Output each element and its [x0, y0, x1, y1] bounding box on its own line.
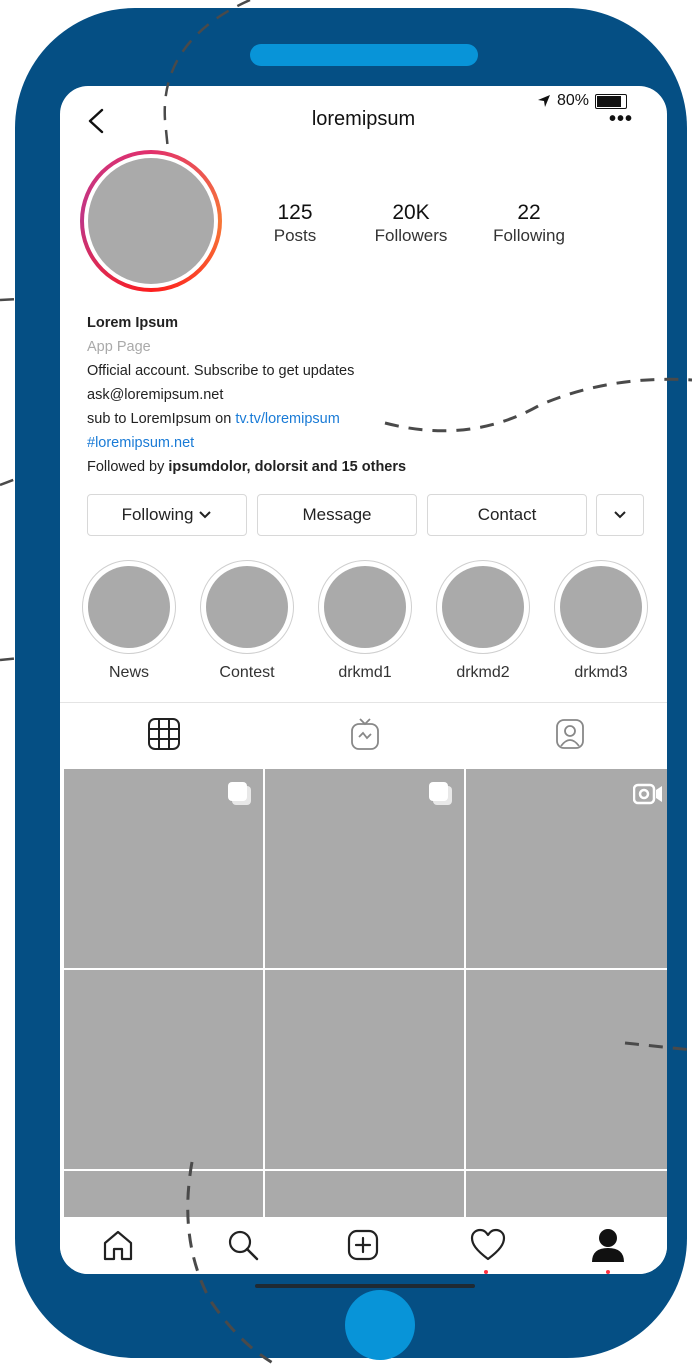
battery-icon [595, 93, 627, 109]
followed-by-prefix: Followed by [87, 459, 169, 475]
highlight-drkmd1[interactable]: drkmd1 [317, 560, 413, 682]
profile-username: loremipsum [311, 108, 416, 130]
home-indicator [255, 1284, 475, 1288]
tab-tagged[interactable] [548, 712, 592, 756]
profile-screen: loremipsum 80% ••• 125 Posts 20K Followe… [60, 86, 667, 1274]
phone-speaker [250, 44, 478, 66]
post-thumbnail[interactable] [64, 1171, 263, 1217]
account-category: App Page [87, 339, 151, 355]
stat-value: 125 [277, 201, 313, 224]
post-thumbnail[interactable] [265, 970, 464, 1169]
display-name: Lorem Ipsum [87, 315, 179, 331]
bio-hashtag[interactable]: #loremipsum.net [87, 435, 194, 451]
activity-dot [484, 1270, 488, 1274]
profile-bio: Lorem Ipsum App Page Official account. S… [87, 311, 406, 479]
nav-profile[interactable] [588, 1225, 628, 1265]
profile-dot [606, 1270, 610, 1274]
stat-label: Posts [273, 226, 317, 245]
highlight-label: drkmd1 [338, 664, 392, 681]
igtv-icon [351, 718, 379, 750]
more-options-button[interactable]: ••• [609, 108, 633, 131]
highlight-contest[interactable]: Contest [199, 560, 295, 682]
add-post-icon [347, 1229, 379, 1261]
stat-followers[interactable]: 20K Followers [356, 200, 466, 246]
grid-icon [148, 718, 180, 750]
stat-label: Following [493, 226, 565, 245]
battery-percent: 80% [556, 92, 589, 109]
stat-value: 22 [517, 201, 541, 224]
divider [60, 702, 667, 703]
bottom-nav [60, 1217, 667, 1274]
highlight-label: drkmd3 [574, 664, 628, 681]
stat-following[interactable]: 22 Following [474, 200, 584, 246]
highlight-cover [88, 566, 170, 648]
post-thumbnail[interactable] [64, 970, 263, 1169]
following-button[interactable]: Following [87, 494, 247, 536]
post-thumbnail[interactable] [265, 1171, 464, 1217]
highlight-cover [560, 566, 642, 648]
message-button-label: Message [302, 505, 372, 524]
tab-igtv[interactable] [343, 712, 387, 756]
contact-button[interactable]: Contact [427, 494, 587, 536]
bio-link[interactable]: tv.tv/loremipsum [235, 411, 339, 427]
carousel-icon [429, 782, 452, 805]
bio-line: Official account. Subscribe to get updat… [87, 363, 355, 379]
highlight-cover [442, 566, 524, 648]
highlight-label: News [108, 664, 149, 681]
heart-icon [470, 1228, 506, 1261]
nav-search[interactable] [223, 1225, 263, 1265]
suggested-accounts-button[interactable] [596, 494, 644, 536]
post-thumbnail[interactable] [265, 769, 464, 968]
contact-button-label: Contact [477, 505, 537, 524]
tagged-icon [556, 719, 584, 749]
message-button[interactable]: Message [257, 494, 417, 536]
bio-sub-line: sub to LoremIpsum on tv.tv/loremipsum [87, 407, 406, 431]
profile-icon [592, 1229, 624, 1262]
profile-avatar[interactable] [80, 150, 222, 292]
home-button[interactable] [345, 1290, 415, 1360]
avatar-image [88, 158, 214, 284]
post-thumbnail[interactable] [466, 970, 667, 1169]
location-arrow-icon [537, 95, 550, 107]
highlight-cover [324, 566, 406, 648]
nav-add-post[interactable] [343, 1225, 383, 1265]
chevron-down-icon [199, 511, 212, 519]
followed-by-names: ipsumdolor, dolorsit and 15 others [168, 459, 407, 475]
highlight-label: Contest [219, 664, 275, 681]
stat-posts[interactable]: 125 Posts [240, 200, 350, 246]
nav-activity[interactable] [468, 1225, 508, 1265]
highlight-drkmd2[interactable]: drkmd2 [435, 560, 531, 682]
highlight-drkmd3[interactable]: drkmd3 [553, 560, 649, 682]
stat-label: Followers [374, 226, 448, 245]
following-button-label: Following [121, 505, 194, 524]
highlight-cover [206, 566, 288, 648]
nav-home[interactable] [98, 1225, 138, 1265]
carousel-icon [228, 782, 251, 805]
post-thumbnail[interactable] [466, 769, 667, 968]
chevron-down-icon [614, 511, 626, 519]
video-icon [633, 783, 662, 805]
bio-email: ask@loremipsum.net [87, 387, 224, 403]
stat-value: 20K [392, 201, 430, 224]
posts-grid [64, 769, 667, 1217]
bio-sub-prefix: sub to LoremIpsum on [87, 411, 236, 427]
post-thumbnail[interactable] [466, 1171, 667, 1217]
search-icon [228, 1230, 259, 1261]
post-thumbnail[interactable] [64, 769, 263, 968]
more-dots-icon: ••• [608, 108, 633, 130]
highlight-news[interactable]: News [81, 560, 177, 682]
tab-grid[interactable] [142, 712, 186, 756]
highlight-label: drkmd2 [456, 664, 510, 681]
followed-by-line[interactable]: Followed by ipsumdolor, dolorsit and 15 … [87, 455, 406, 479]
home-icon [103, 1230, 133, 1261]
